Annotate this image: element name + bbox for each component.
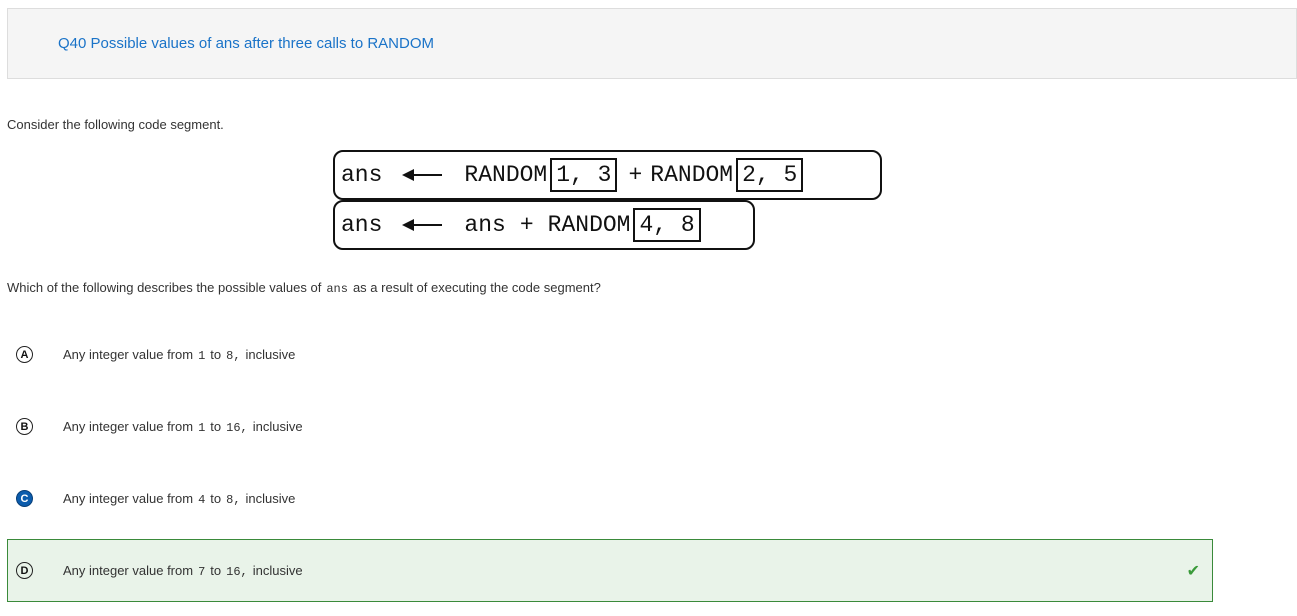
intro-text: Consider the following code segment. (7, 117, 224, 132)
assign-arrow-icon (402, 219, 443, 231)
code-call: RANDOM (650, 162, 734, 188)
option-letter-a: A (16, 346, 33, 363)
option-letter-b: B (16, 418, 33, 435)
question-code: ans (326, 282, 348, 296)
option-letter-c-selected: C (16, 490, 33, 507)
question-header: Q40 Possible values of ans after three c… (7, 8, 1297, 79)
code-args: 4, 8 (633, 208, 701, 242)
option-text: Any integer value from 7 to 16, inclusive (63, 562, 303, 579)
code-op: + (628, 162, 643, 188)
question-part: Which of the following describes the pos… (7, 280, 322, 295)
code-args: 1, 3 (550, 158, 618, 192)
code-call: RANDOM (547, 212, 631, 238)
option-text: Any integer value from 1 to 8, inclusive (63, 346, 296, 363)
option-text: Any integer value from 1 to 16, inclusive (63, 418, 303, 435)
option-d-correct[interactable]: D Any integer value from 7 to 16, inclusive … (7, 539, 1213, 602)
code-var: ans (341, 162, 383, 188)
question-part: as a result of executing the code segmen… (352, 280, 601, 295)
question-text: Which of the following describes the pos… (7, 280, 601, 296)
option-b[interactable]: B Any integer value from 1 to 16, inclusive (7, 395, 1213, 458)
code-op: + (519, 212, 534, 238)
check-icon: ✔ (1186, 562, 1200, 580)
option-c[interactable]: C Any integer value from 4 to 8, inclusive (7, 467, 1213, 530)
option-a[interactable]: A Any integer value from 1 to 8, inclusive (7, 323, 1213, 386)
code-args: 2, 5 (736, 158, 804, 192)
code-line-1: ans RANDOM 1, 3 + RANDOM 2, 5 (333, 150, 882, 200)
assign-arrow-icon (402, 169, 443, 181)
code-var: ans (341, 212, 383, 238)
question-title: Q40 Possible values of ans after three c… (58, 35, 434, 52)
option-text: Any integer value from 4 to 8, inclusive (63, 490, 296, 507)
option-letter-d: D (16, 562, 33, 579)
code-call: RANDOM (464, 162, 548, 188)
code-expr: ans (464, 212, 506, 238)
code-line-2: ans ans + RANDOM 4, 8 (333, 200, 755, 250)
